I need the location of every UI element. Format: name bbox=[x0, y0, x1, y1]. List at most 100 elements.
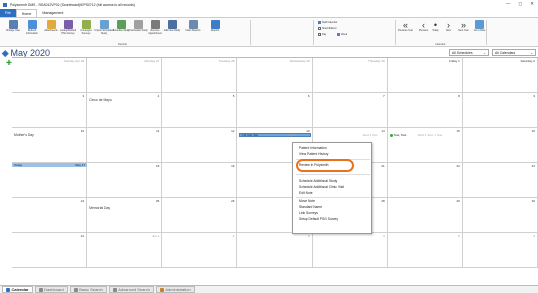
search-icon bbox=[73, 287, 78, 292]
day-number: Wednesday 29 bbox=[289, 59, 310, 63]
day-cell[interactable]: 3 bbox=[237, 233, 313, 268]
day-cell[interactable]: Jun 1 bbox=[87, 233, 163, 268]
staff-calendar-option[interactable]: Staff Calendar bbox=[318, 21, 337, 24]
day-number: Friday 1 bbox=[449, 59, 460, 63]
context-menu-item[interactable]: Schedule Additional Clinic Visit bbox=[299, 185, 344, 189]
index-button[interactable]: Index Reports bbox=[183, 20, 203, 42]
day-number: 7 bbox=[383, 94, 385, 98]
day-cell[interactable]: 5 bbox=[387, 233, 463, 268]
day-cell[interactable]: 23 bbox=[462, 163, 538, 198]
refresh-button[interactable]: Refresh Information bbox=[22, 20, 42, 42]
maximize-button[interactable]: ◻ bbox=[518, 1, 522, 7]
add-study-button[interactable]: Add New Study bbox=[162, 20, 182, 42]
day-cell[interactable]: Friday 1 bbox=[387, 58, 463, 93]
bottom-tab-administration[interactable]: Administration bbox=[155, 286, 195, 293]
user-button[interactable]: Change User bbox=[3, 20, 23, 42]
context-menu-item[interactable]: Setup Default PSG Survey bbox=[299, 217, 338, 221]
day-cell[interactable]: 5 bbox=[162, 93, 238, 128]
appointment-label: Test, Test bbox=[393, 133, 407, 137]
schedules-dropdown[interactable]: All Schedules ⌄ bbox=[449, 49, 489, 56]
context-menu-item[interactable]: Standard Name bbox=[299, 205, 322, 209]
day-cell[interactable]: 3 bbox=[12, 93, 88, 128]
bottom-tab-bar: Calendar Dashboard Basic Search Advanced Se… bbox=[0, 285, 538, 293]
reports-button[interactable]: Reports bbox=[205, 20, 225, 42]
staff-calendar-icon bbox=[318, 21, 321, 24]
week-view-option[interactable]: Week bbox=[337, 33, 347, 36]
nav-button-label: Previous Year bbox=[398, 29, 413, 32]
day-cell[interactable]: 18 bbox=[87, 163, 163, 198]
survey-edit-button[interactable]: Unmerged Surveys bbox=[76, 20, 96, 42]
appointment[interactable]: 1:31 Test, Test bbox=[239, 133, 311, 137]
day-cell[interactable]: 12 bbox=[162, 128, 238, 163]
day-cell[interactable]: Tuesday 28 bbox=[162, 58, 238, 93]
day-cell[interactable]: 6 bbox=[237, 93, 313, 128]
day-cell[interactable]: 4 bbox=[312, 233, 388, 268]
day-cell[interactable]: 8 bbox=[387, 93, 463, 128]
day-cell[interactable]: 11 bbox=[87, 128, 163, 163]
ribbon-button-label: Attachments bbox=[44, 29, 58, 32]
bottom-tab-basic-search[interactable]: Basic Search bbox=[69, 286, 107, 293]
day-number: 24 bbox=[80, 199, 85, 203]
day-cell[interactable]: 7 bbox=[312, 93, 388, 128]
menu-separator bbox=[296, 197, 370, 198]
day-cell[interactable]: Saturday 2 bbox=[462, 58, 538, 93]
day-cell[interactable]: 15 Test, Test Wed 1 Test, 1 Test bbox=[387, 128, 463, 163]
bottom-tab-dashboard[interactable]: Dashboard bbox=[34, 286, 68, 293]
day-cell[interactable]: Sunday, Apr 26 bbox=[12, 58, 88, 93]
status-dot-icon bbox=[389, 133, 393, 137]
day-cell[interactable]: 26 bbox=[162, 198, 238, 233]
nav-button-5[interactable]: Go to Date bbox=[472, 20, 487, 42]
bottom-tab-calendar[interactable]: Calendar bbox=[2, 286, 33, 293]
close-button[interactable]: ✕ bbox=[530, 1, 534, 7]
day-cell[interactable]: 10 Mother's Day bbox=[12, 128, 88, 163]
day-number: 12 bbox=[231, 129, 235, 133]
day-cell[interactable]: 31 bbox=[12, 233, 88, 268]
tab-management[interactable]: Management bbox=[37, 9, 68, 17]
add-icon[interactable]: ✚ bbox=[6, 60, 12, 67]
day-cell[interactable]: 30 bbox=[462, 198, 538, 233]
show-balloon-option[interactable]: Show Balloon bbox=[318, 27, 337, 30]
day-cell[interactable]: Wednesday 29 bbox=[237, 58, 313, 93]
day-cell[interactable]: 9 bbox=[462, 93, 538, 128]
day-cell[interactable]: 29 bbox=[387, 198, 463, 233]
day-cell[interactable]: 22 bbox=[387, 163, 463, 198]
bottom-tab-advanced-search[interactable]: Advanced Search bbox=[108, 286, 154, 293]
day-view-option[interactable]: Day bbox=[318, 33, 326, 36]
day-number: 21 bbox=[381, 164, 385, 168]
calendar-icon bbox=[475, 20, 484, 29]
group-label-calendar: Calendar bbox=[435, 42, 446, 46]
day-cell[interactable]: Monday 27 bbox=[87, 58, 163, 93]
title-bar: Polysomnfr DMS - RDA012VP02 (Scoreboard)… bbox=[0, 0, 538, 9]
day-cell[interactable]: 19 bbox=[162, 163, 238, 198]
day-cell[interactable]: 24 bbox=[12, 198, 88, 233]
day-cell[interactable]: Thursday 30 bbox=[312, 58, 388, 93]
day-cell[interactable]: 6 bbox=[462, 233, 538, 268]
minimize-button[interactable]: — bbox=[506, 1, 511, 7]
context-menu-item[interactable]: Edit Note bbox=[299, 191, 313, 195]
chevron-down-icon: ⌄ bbox=[530, 50, 533, 55]
day-number: 29 bbox=[456, 199, 460, 203]
day-cell[interactable]: 16 bbox=[462, 128, 538, 163]
day-cell[interactable]: 17TodayMay 17 bbox=[12, 163, 88, 198]
context-menu-item[interactable]: Move Note bbox=[299, 199, 315, 203]
nav-button-3[interactable]: › Next bbox=[441, 20, 456, 42]
ribbon-button-label: Change User bbox=[5, 29, 21, 32]
context-menu-item[interactable]: Patient Information bbox=[299, 146, 327, 150]
survey-button[interactable]: Lookup/Default PSG Survey bbox=[58, 20, 78, 42]
calendars-dropdown[interactable]: All Calendars ⌄ bbox=[492, 49, 536, 56]
day-cell[interactable]: 4 Cinco de Mayo bbox=[87, 93, 163, 128]
window-controls: — ◻ ✕ bbox=[506, 1, 534, 7]
context-menu-item[interactable]: Link Surveys bbox=[299, 211, 318, 215]
tab-file[interactable]: File bbox=[0, 9, 16, 17]
day-number: 10 bbox=[80, 129, 85, 133]
tab-home[interactable]: Home bbox=[15, 9, 38, 17]
day-cell[interactable]: 25 Memorial Day bbox=[87, 198, 163, 233]
appointment[interactable]: Test, Test bbox=[389, 133, 407, 137]
nav-button-4[interactable]: » Next Year bbox=[456, 20, 471, 42]
context-menu-item[interactable]: Schedule Additional Study bbox=[299, 179, 337, 183]
context-menu-item[interactable]: View Patient History bbox=[299, 152, 328, 156]
nav-button-0[interactable]: «Previous Year bbox=[398, 20, 413, 42]
day-cell[interactable]: 2 bbox=[162, 233, 238, 268]
refresh-icon bbox=[27, 20, 37, 29]
advanced-search-icon bbox=[112, 287, 117, 292]
